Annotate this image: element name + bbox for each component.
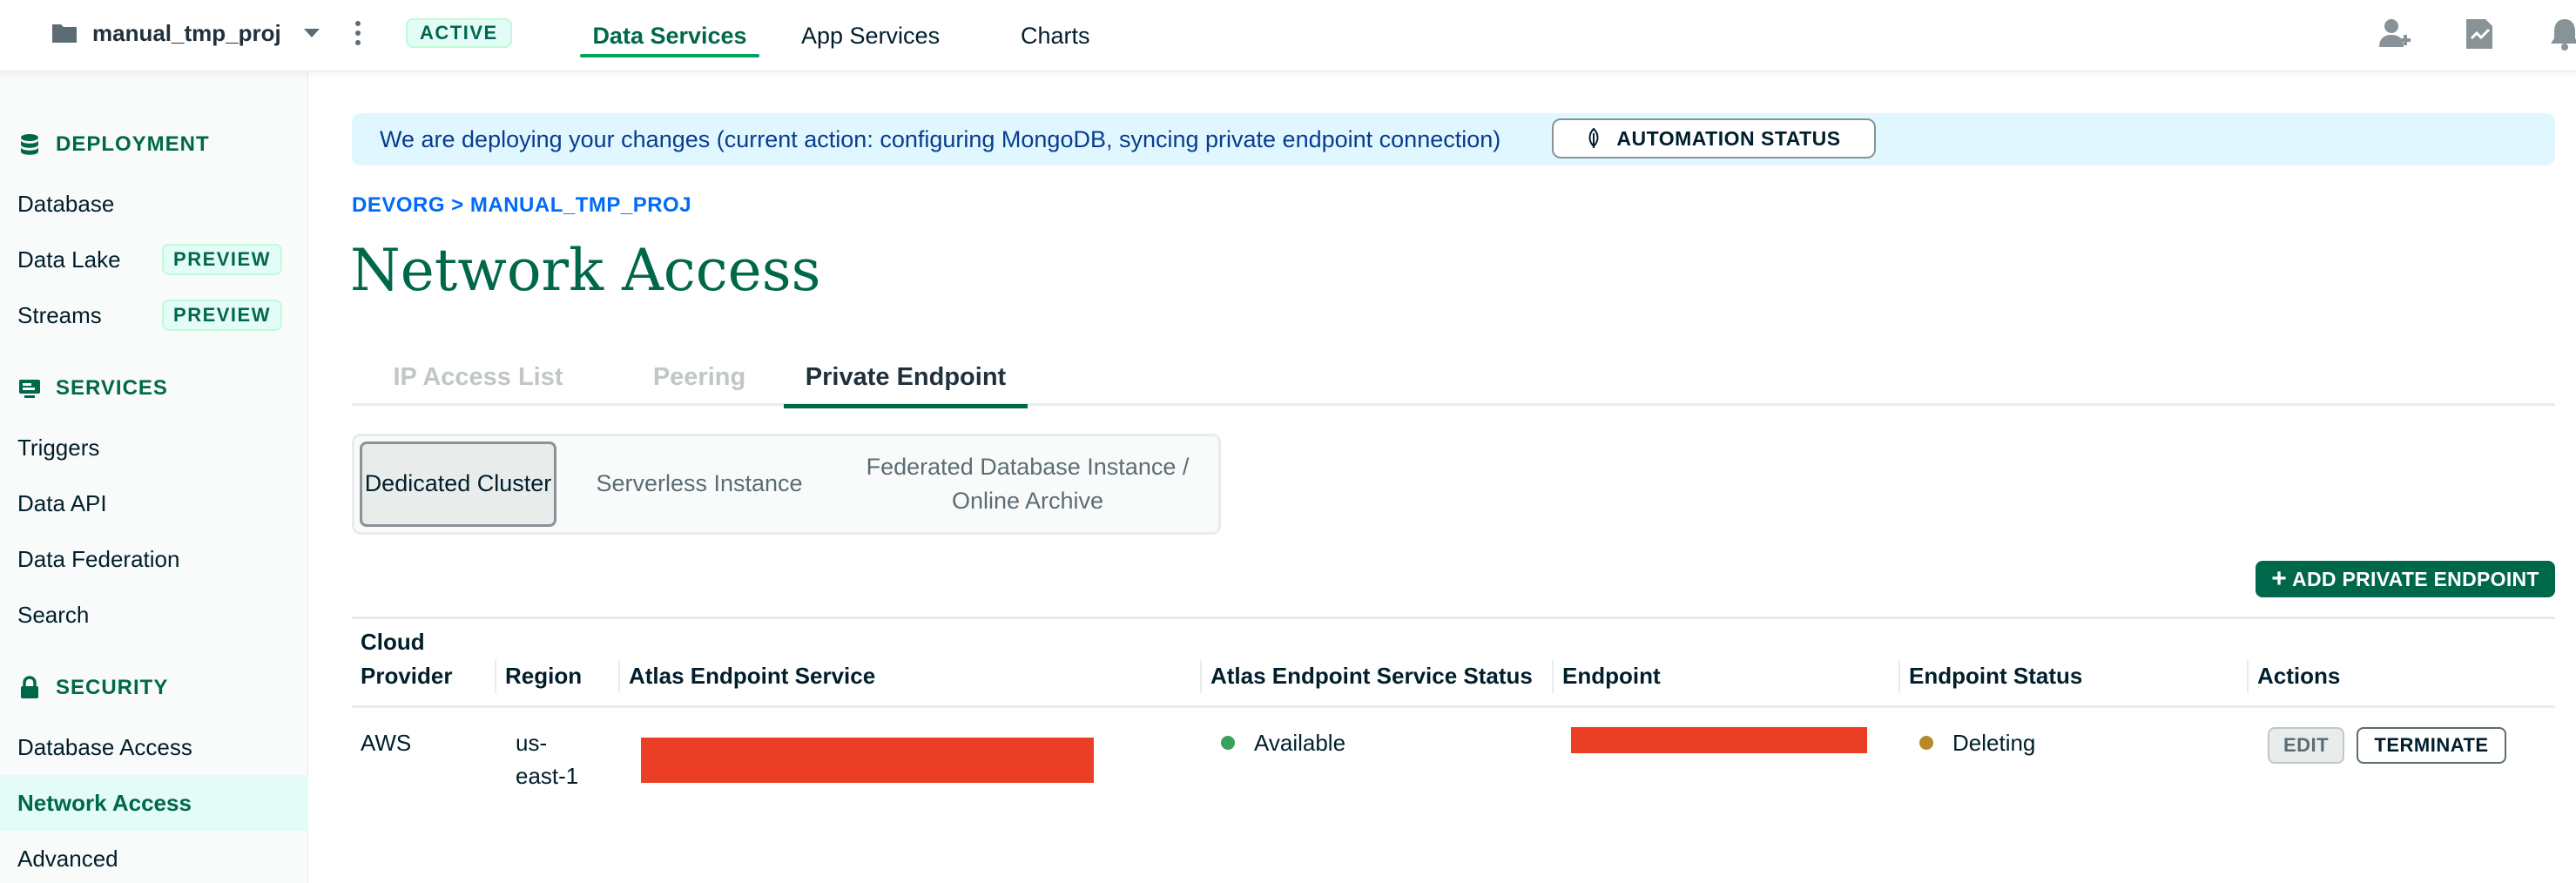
tab-ip-access-list[interactable]: IP Access List <box>352 348 604 406</box>
plus-icon: + <box>2271 564 2288 593</box>
cell-cloud-provider: AWS <box>361 730 412 756</box>
status-text: Deleting <box>1952 730 2036 756</box>
sidebar-item-label: Network Access <box>17 789 192 816</box>
terminate-button[interactable]: TERMINATE <box>2357 727 2506 764</box>
sidebar-item-search[interactable]: Search <box>0 589 308 641</box>
header-region: Region <box>495 660 582 693</box>
sidebar-heading-label: DEPLOYMENT <box>56 132 210 156</box>
sidebar-heading-label: SERVICES <box>56 376 168 400</box>
sidebar-item-network-access[interactable]: Network Access <box>0 775 308 831</box>
sidebar-heading-label: SECURITY <box>56 676 169 699</box>
redacted-endpoint-service <box>641 738 1094 783</box>
database-icon <box>21 134 38 155</box>
sidebar-item-label: Streams <box>17 301 102 328</box>
breadcrumb[interactable]: DEVORG > MANUAL_TMP_PROJ <box>352 193 691 218</box>
cell-region: us- east-1 <box>516 727 578 792</box>
preview-badge: PREVIEW <box>162 300 282 331</box>
tab-peering[interactable]: Peering <box>622 348 777 406</box>
sidebar-item-label: Data API <box>17 489 107 516</box>
segment-serverless-instance[interactable]: Serverless Instance <box>569 442 830 527</box>
sidebar-heading-services: SERVICES <box>17 371 168 406</box>
lock-icon <box>21 676 38 698</box>
sidebar-item-advanced[interactable]: Advanced <box>0 832 308 883</box>
folder-icon <box>52 24 77 43</box>
sidebar-item-label: Search <box>17 601 90 628</box>
sidebar-item-streams[interactable]: Streams PREVIEW <box>0 289 308 341</box>
status-text: Available <box>1254 730 1346 756</box>
sidebar: DEPLOYMENT Database Data Lake PREVIEW St… <box>0 71 308 883</box>
nav-data-services[interactable]: Data Services <box>580 0 759 71</box>
header-endpoint-status: Endpoint Status <box>1898 660 2082 693</box>
header-endpoint: Endpoint <box>1552 660 1661 693</box>
network-access-tabs: IP Access List Peering Private Endpoint <box>352 348 2555 408</box>
header-text: Cloud <box>361 629 425 655</box>
status-deleting-dot <box>1919 736 1933 751</box>
sidebar-item-label: Data Federation <box>17 545 180 572</box>
sidebar-item-data-api[interactable]: Data API <box>0 477 308 529</box>
sidebar-item-label: Data Lake <box>17 246 121 273</box>
services-icon <box>19 380 40 398</box>
header-text: Provider <box>361 663 453 689</box>
more-options-icon[interactable] <box>352 19 364 47</box>
page-title: Network Access <box>350 237 821 304</box>
add-private-endpoint-label: ADD PRIVATE ENDPOINT <box>2292 567 2539 590</box>
status-available-dot <box>1221 736 1235 751</box>
sidebar-item-database-access[interactable]: Database Access <box>0 721 308 773</box>
cell-text: east-1 <box>516 762 579 789</box>
activity-feed-icon[interactable] <box>2461 16 2498 52</box>
project-selector[interactable]: manual_tmp_proj <box>51 16 320 51</box>
sidebar-item-label: Database Access <box>17 733 192 760</box>
cell-service-status: Available <box>1221 727 1345 760</box>
header-cloud-provider: Cloud Provider <box>361 625 453 693</box>
cell-endpoint-status: Deleting <box>1919 727 2035 760</box>
nav-charts[interactable]: Charts <box>1021 0 1090 71</box>
instance-type-segmented-control: Dedicated Cluster Serverless Instance Fe… <box>352 434 1221 535</box>
notification-bell-icon[interactable] <box>2546 16 2576 52</box>
table-header: Cloud Provider Region Atlas Endpoint Ser… <box>352 619 2555 708</box>
automation-status-label: AUTOMATION STATUS <box>1616 126 1841 150</box>
private-endpoint-table: Cloud Provider Region Atlas Endpoint Ser… <box>352 617 2555 789</box>
sidebar-item-label: Triggers <box>17 434 100 461</box>
segment-dedicated-cluster[interactable]: Dedicated Cluster <box>360 442 556 527</box>
project-name: manual_tmp_proj <box>92 19 281 46</box>
banner-message: We are deploying your changes (current a… <box>380 125 1501 152</box>
header-endpoint-service: Atlas Endpoint Service <box>618 660 875 693</box>
sidebar-item-database[interactable]: Database <box>0 178 308 230</box>
header-actions: Actions <box>2247 660 2340 693</box>
sidebar-item-data-lake[interactable]: Data Lake PREVIEW <box>0 233 308 286</box>
leaf-icon <box>1588 128 1599 148</box>
segment-federated-database[interactable]: Federated Database Instance / Online Arc… <box>842 442 1213 527</box>
deployment-banner: We are deploying your changes (current a… <box>352 113 2555 165</box>
sidebar-item-data-federation[interactable]: Data Federation <box>0 533 308 585</box>
header-service-status: Atlas Endpoint Service Status <box>1200 660 1533 693</box>
sidebar-heading-security: SECURITY <box>17 671 168 705</box>
chevron-down-icon[interactable] <box>303 29 320 37</box>
add-private-endpoint-button[interactable]: + ADD PRIVATE ENDPOINT <box>2256 561 2555 597</box>
invite-user-icon[interactable] <box>2377 16 2414 52</box>
cell-text: us- <box>516 730 548 756</box>
redacted-endpoint <box>1571 727 1867 753</box>
sidebar-item-triggers[interactable]: Triggers <box>0 421 308 474</box>
edit-button[interactable]: EDIT <box>2268 727 2344 764</box>
automation-status-button[interactable]: AUTOMATION STATUS <box>1552 118 1876 158</box>
nav-app-services[interactable]: App Services <box>801 0 940 71</box>
sidebar-heading-deployment: DEPLOYMENT <box>17 127 210 162</box>
top-bar: manual_tmp_proj ACTIVE Data Services App… <box>0 0 2576 71</box>
project-status-badge: ACTIVE <box>406 18 512 48</box>
preview-badge: PREVIEW <box>162 244 282 275</box>
tab-private-endpoint[interactable]: Private Endpoint <box>784 348 1028 408</box>
sidebar-item-label: Advanced <box>17 845 118 872</box>
sidebar-item-label: Database <box>17 190 115 217</box>
